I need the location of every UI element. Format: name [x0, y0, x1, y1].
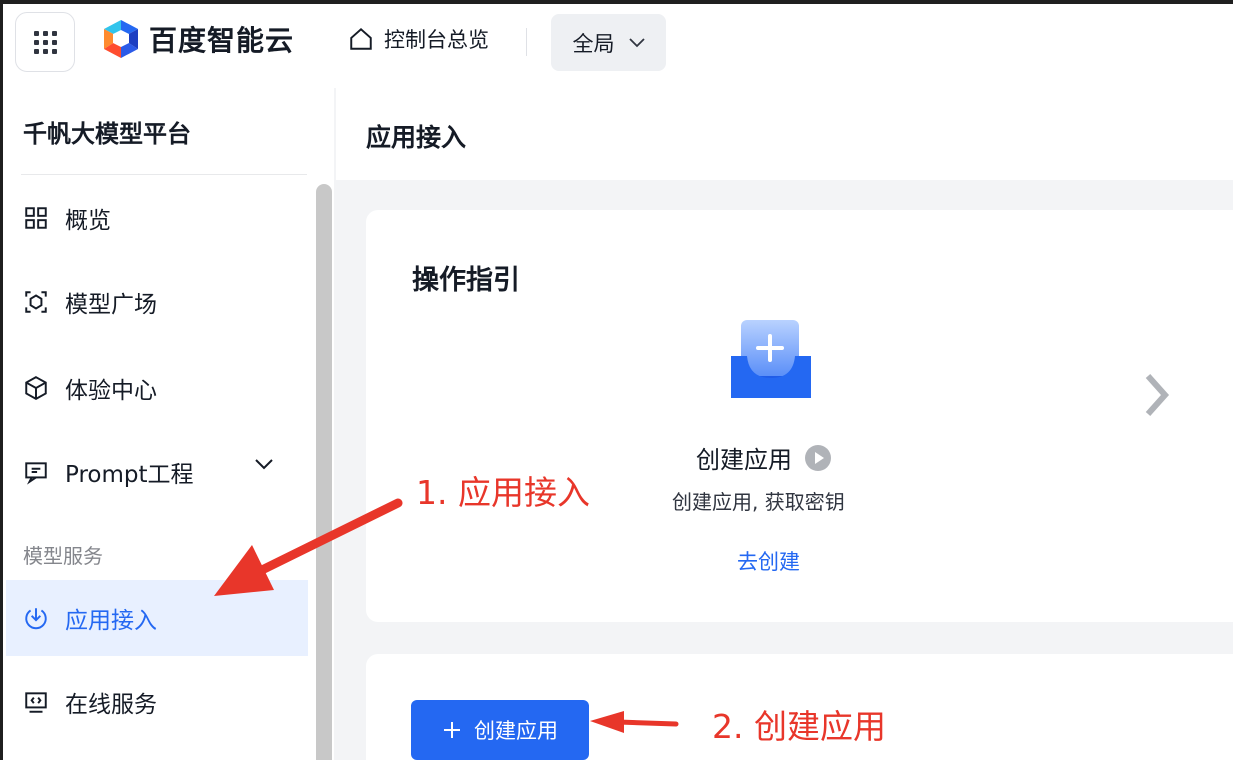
sidebar-item-label: 体验中心 [65, 378, 157, 404]
page-header: 应用接入 [336, 88, 1233, 180]
top-bar: 百度智能云 控制台总览 全局 [0, 0, 1233, 88]
step-name: 创建应用 [696, 446, 792, 474]
create-app-illustration-icon [731, 320, 811, 398]
sidebar-item-online-service[interactable]: 在线服务 [6, 664, 308, 740]
sidebar-item-overview[interactable]: 概览 [6, 180, 308, 256]
home-icon [350, 27, 372, 50]
chevron-down-icon[interactable] [254, 458, 274, 470]
step-description: 创建应用, 获取密钥 [672, 490, 845, 514]
plus-icon [444, 722, 460, 738]
create-app-button[interactable]: 创建应用 [411, 700, 589, 760]
create-app-button-label: 创建应用 [474, 719, 558, 743]
code-window-icon [25, 692, 47, 713]
sidebar-item-model-square[interactable]: 模型广场 [6, 264, 308, 340]
message-code-icon [25, 462, 47, 485]
chevron-down-icon [628, 37, 645, 47]
apps-grid-icon [33, 30, 57, 54]
brand-logo[interactable]: 百度智能云 [101, 18, 294, 60]
guide-title: 操作指引 [412, 265, 520, 296]
download-circle-icon [25, 608, 47, 630]
operation-guide-card: 操作指引 创建应用 创建应用, 获取密钥 去创建 [366, 210, 1233, 622]
box-3d-icon [25, 376, 47, 400]
sidebar-item-label: 应用接入 [65, 608, 157, 634]
step-create-app: 创建应用 [696, 440, 832, 475]
sidebar-item-label: 在线服务 [65, 692, 157, 718]
brand-name: 百度智能云 [149, 24, 295, 57]
play-circle-icon[interactable] [804, 444, 832, 472]
sidebar-group-label: 模型服务 [23, 544, 103, 568]
sidebar-title: 千帆大模型平台 [23, 120, 191, 148]
sidebar-item-label: 模型广场 [65, 292, 157, 318]
annotation-step-1: 1. 应用接入 [416, 473, 590, 512]
scope-selector[interactable]: 全局 [551, 14, 666, 71]
sidebar-item-app-access[interactable]: 应用接入 [6, 580, 308, 656]
sidebar-item-experience-center[interactable]: 体验中心 [6, 350, 308, 426]
page-title: 应用接入 [366, 123, 467, 152]
sidebar-scrollbar[interactable] [316, 184, 332, 760]
sidebar-item-label: 概览 [65, 208, 111, 234]
scope-label: 全局 [572, 31, 615, 56]
cube-scan-icon [25, 291, 47, 313]
go-create-link[interactable]: 去创建 [737, 546, 800, 576]
chevron-right-icon[interactable] [1144, 372, 1170, 418]
grid-icon [25, 207, 47, 229]
sidebar-divider [21, 174, 307, 175]
annotation-step-2: 2. 创建应用 [712, 707, 886, 746]
sidebar: 千帆大模型平台 概览 模型广场 体验中心 Prompt工程 模型服务 应用接入 … [0, 88, 334, 760]
console-home-link[interactable]: 控制台总览 [348, 24, 489, 54]
sidebar-item-prompt[interactable]: Prompt工程 [6, 434, 308, 510]
apps-menu-button[interactable] [15, 12, 75, 72]
header-divider [526, 28, 527, 56]
console-home-label: 控制台总览 [384, 28, 489, 52]
baidu-cloud-logo-icon [104, 20, 138, 58]
sidebar-item-label: Prompt工程 [65, 462, 194, 488]
